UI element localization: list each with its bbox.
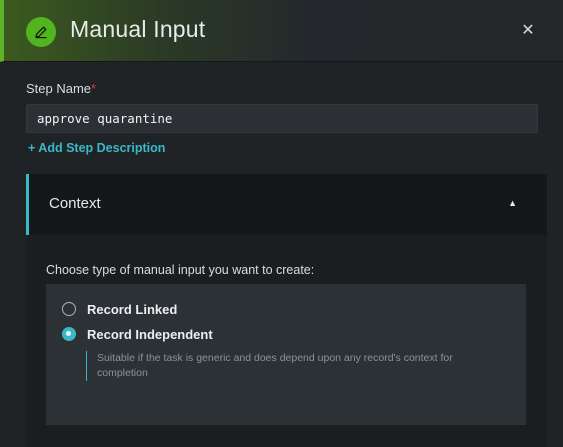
step-name-label-text: Step Name bbox=[26, 81, 92, 96]
radio-record-independent[interactable] bbox=[62, 327, 76, 341]
add-step-description-link[interactable]: + Add Step Description bbox=[28, 141, 165, 155]
option-label: Record Independent bbox=[87, 326, 213, 342]
modal-header: Manual Input ✕ bbox=[0, 0, 563, 62]
option-hint: Suitable if the task is generic and does… bbox=[86, 351, 506, 381]
context-panel-header[interactable]: Context ▲ bbox=[26, 174, 547, 235]
chevron-up-icon[interactable]: ▲ bbox=[508, 198, 517, 208]
option-record-linked[interactable]: Record Linked bbox=[62, 300, 177, 318]
close-icon[interactable]: ✕ bbox=[519, 22, 537, 40]
input-type-options: Record Linked Record Independent Suitabl… bbox=[46, 284, 526, 425]
option-label: Record Linked bbox=[87, 301, 178, 317]
modal-title: Manual Input bbox=[70, 16, 206, 42]
pencil-icon bbox=[26, 17, 56, 47]
context-title: Context bbox=[49, 195, 101, 212]
option-record-independent[interactable]: Record Independent bbox=[62, 325, 213, 343]
step-name-label: Step Name* bbox=[26, 81, 96, 96]
input-type-label: Choose type of manual input you want to … bbox=[46, 263, 315, 277]
radio-record-linked[interactable] bbox=[62, 302, 76, 316]
context-panel: Context ▲ Choose type of manual input yo… bbox=[26, 174, 547, 447]
required-marker: * bbox=[91, 81, 97, 96]
step-name-input[interactable]: approve quarantine bbox=[26, 104, 538, 133]
